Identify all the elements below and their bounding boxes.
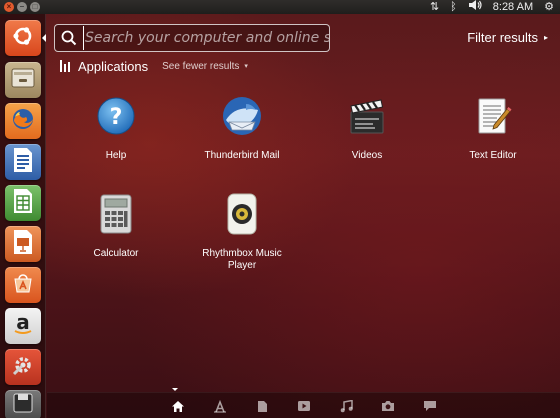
app-label: Rhythmbox Music Player [202,248,282,271]
launcher: a [0,14,46,418]
calculator-icon [92,190,140,238]
app-label: Thunderbird Mail [204,150,280,161]
search-box[interactable] [54,24,330,52]
indicator-area: ⇅ ᛒ 8:28 AM ⚙ [430,0,554,14]
app-tile-videos[interactable]: Videos [312,92,422,180]
search-icon [55,25,83,51]
see-fewer-results-label: See fewer results [162,60,240,72]
launcher-software-center-button[interactable] [5,267,41,303]
window-maximize-button[interactable]: □ [30,2,40,12]
ubuntu-logo-icon [11,24,35,53]
launcher-firefox-button[interactable] [5,103,41,139]
help-icon: ? [92,92,140,140]
launcher-calc-button[interactable] [5,185,41,221]
launcher-floppy-button[interactable] [5,390,41,418]
videos-clapperboard-icon [343,92,391,140]
amazon-icon: a [10,310,36,342]
app-label: Videos [351,150,383,161]
clock[interactable]: 8:28 AM [493,0,533,14]
thunderbird-icon [218,92,266,140]
svg-text:?: ? [110,105,123,130]
category-title: Applications [78,58,149,74]
files-lens-icon[interactable] [254,398,270,414]
social-lens-icon[interactable] [422,398,438,414]
launcher-amazon-button[interactable]: a [5,308,41,344]
video-lens-icon[interactable] [296,398,312,414]
top-panel: × – □ ⇅ ᛒ 8:28 AM ⚙ [0,0,560,14]
window-close-button[interactable]: × [4,2,14,12]
home-lens-icon[interactable] [170,398,186,414]
app-tile-help[interactable]: ? Help [61,92,171,180]
search-input[interactable] [83,26,329,50]
bluetooth-icon[interactable]: ᛒ [450,0,457,14]
floppy-disk-icon [12,392,34,418]
launcher-dash-home-button[interactable] [5,20,41,56]
launcher-system-settings-button[interactable] [5,349,41,385]
network-arrows-icon[interactable]: ⇅ [430,0,439,14]
app-tile-calculator[interactable]: Calculator [61,190,171,278]
firefox-icon [10,106,36,137]
applications-category-icon [60,60,70,72]
filter-results-label: Filter results [467,30,538,45]
libreoffice-impress-icon [12,229,34,260]
settings-tools-icon [10,352,36,383]
applications-category-header: Applications See fewer results ▾ [60,57,248,75]
applications-lens-icon[interactable] [212,398,228,414]
libreoffice-writer-icon [12,147,34,178]
window-minimize-button[interactable]: – [17,2,27,12]
lens-active-pip [172,388,178,391]
app-tile-thunderbird[interactable]: Thunderbird Mail [187,92,297,180]
filter-results-button[interactable]: Filter results ▸ [467,30,548,45]
launcher-impress-button[interactable] [5,226,41,262]
app-label: Help [105,150,127,161]
libreoffice-calc-icon [12,188,34,219]
svg-text:a: a [16,311,30,334]
app-tile-rhythmbox[interactable]: Rhythmbox Music Player [187,190,297,278]
volume-icon[interactable] [468,0,482,15]
settings-gear-icon[interactable]: ⚙ [544,0,554,14]
photos-lens-icon[interactable] [380,398,396,414]
app-label: Calculator [93,248,139,259]
app-tile-text-editor[interactable]: Text Editor [438,92,548,180]
launcher-files-button[interactable] [5,62,41,98]
launcher-active-pip [42,34,46,42]
music-lens-icon[interactable] [338,398,354,414]
file-cabinet-icon [10,66,36,95]
rhythmbox-icon [218,190,266,238]
launcher-writer-button[interactable] [5,144,41,180]
text-editor-icon [469,92,517,140]
see-fewer-results-button[interactable]: See fewer results ▾ [162,61,248,72]
software-center-icon [11,271,35,300]
chevron-down-icon: ▾ [244,63,248,70]
chevron-right-icon: ▸ [543,33,548,42]
app-label: Text Editor [469,150,517,161]
